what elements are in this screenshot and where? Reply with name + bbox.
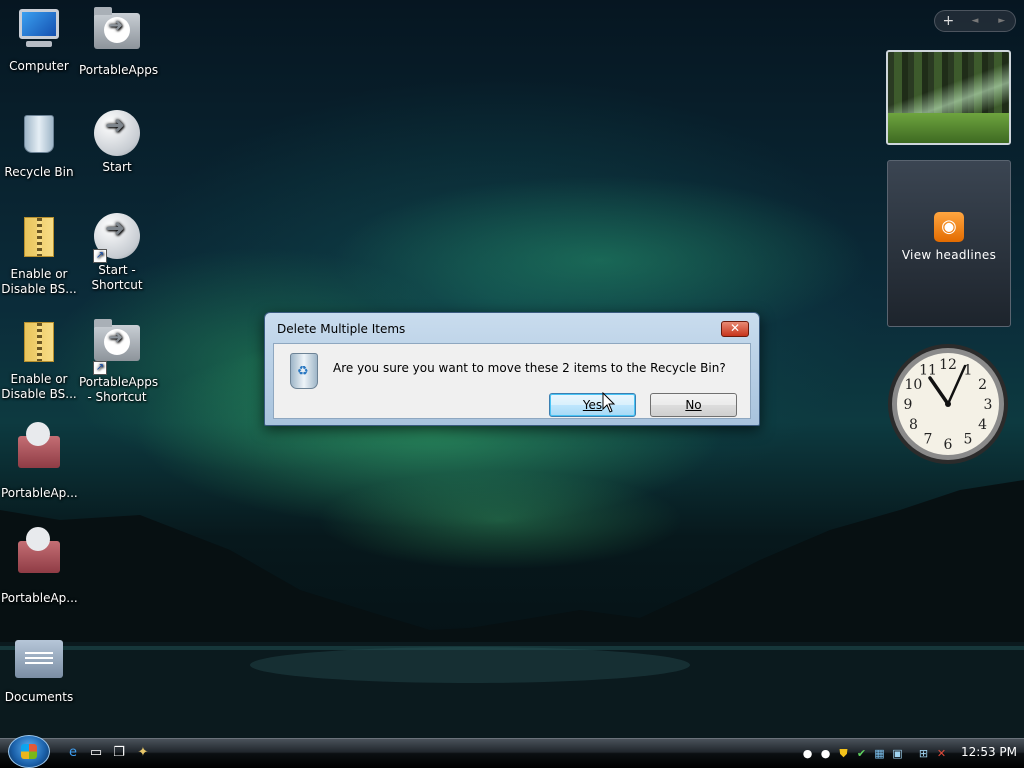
desktop-icon-label: PortableAp... <box>1 486 78 500</box>
sidebar-controls: + ◄ ► <box>934 10 1016 32</box>
volume-muted-icon[interactable]: ✕ <box>934 746 949 761</box>
folder-portableapps-icon <box>93 7 141 61</box>
display-icon[interactable]: ▣ <box>890 746 905 761</box>
recycle-bin-icon <box>15 115 63 163</box>
portableapps-installer-icon <box>15 422 63 484</box>
slideshow-image <box>888 113 1009 143</box>
shortcut-arrow-icon: ↗ <box>93 249 107 263</box>
desktop-icon-start-shortcut[interactable]: ↗ Start - Shortcut <box>79 212 155 293</box>
desktop-icon-label: Start <box>102 160 132 174</box>
network-icon[interactable]: ▦ <box>872 746 887 761</box>
portableapps-tray-icon[interactable]: ● <box>818 746 833 761</box>
shortcut-arrow-icon: ↗ <box>93 361 107 375</box>
desktop-icon-label: PortableAp... <box>1 591 78 605</box>
desktop-icon-label: Start - Shortcut <box>91 263 143 292</box>
desktop-icon-enable-disable-bs-2[interactable]: Enable or Disable BS... <box>1 317 77 402</box>
clock-gadget[interactable]: 12 1 2 3 4 5 6 7 8 9 10 11 <box>886 342 1010 466</box>
documents-folder-icon <box>15 640 63 688</box>
folder-portableapps-shortcut-icon: ↗ <box>93 319 141 375</box>
desktop-icon-label: Enable or Disable BS... <box>1 372 77 401</box>
clock-numeral: 11 <box>919 362 937 378</box>
desktop-icon-label: Recycle Bin <box>4 165 74 179</box>
desktop-icon-documents[interactable]: Documents <box>1 632 77 705</box>
desktop-icon-start[interactable]: Start <box>79 109 155 175</box>
clock-numeral: 4 <box>978 417 987 433</box>
slideshow-gadget[interactable] <box>886 50 1011 145</box>
app-icon[interactable]: ✦ <box>134 744 152 761</box>
yes-button-label: Yes <box>582 398 603 412</box>
portableapps-start-shortcut-icon: ↗ <box>93 213 141 263</box>
clock-numeral: 3 <box>984 397 993 413</box>
desktop-icon-portableapps-shortcut[interactable]: ↗ PortableApps - Shortcut <box>79 317 159 405</box>
desktop-icon-label: Enable or Disable BS... <box>1 267 77 296</box>
delete-confirmation-dialog: Delete Multiple Items ✕ Are you sure you… <box>264 312 760 426</box>
show-desktop-icon[interactable]: ▭ <box>87 744 105 761</box>
clock-numeral: 7 <box>924 432 933 448</box>
clock-numeral: 2 <box>978 377 987 393</box>
desktop-icon-label: Documents <box>4 690 74 704</box>
desktop-icon-label: PortableApps <box>79 63 159 77</box>
zip-folder-icon <box>15 322 63 370</box>
desktop-icon-portableapps[interactable]: PortableApps <box>79 5 159 78</box>
add-gadget-button[interactable]: + <box>935 13 962 29</box>
taskbar-clock[interactable]: 12:53 PM <box>961 745 1017 759</box>
clock-numeral: 6 <box>944 437 953 453</box>
clock-numeral: 12 <box>939 357 957 373</box>
zip-folder-icon <box>15 217 63 265</box>
dialog-body: Are you sure you want to move these 2 it… <box>273 343 751 419</box>
clock-numeral: 8 <box>909 417 918 433</box>
network-activity-icon[interactable]: ⊞ <box>916 746 931 761</box>
wallpaper-landscape <box>0 470 1024 740</box>
clock-numeral: 5 <box>964 432 973 448</box>
mouse-pointer-icon <box>602 392 616 413</box>
switch-windows-icon[interactable]: ❐ <box>110 744 128 761</box>
checkmark-icon[interactable]: ✔ <box>854 746 869 761</box>
next-gadgets-button[interactable]: ► <box>988 16 1015 26</box>
security-alert-icon[interactable]: ⛊ <box>836 746 851 761</box>
desktop-icon-portableapps-installer-2[interactable]: PortableAp... <box>1 527 78 606</box>
no-button[interactable]: No <box>650 393 737 417</box>
desktop-icon-enable-disable-bs-1[interactable]: Enable or Disable BS... <box>1 212 77 297</box>
clock-numeral: 10 <box>904 377 922 393</box>
rss-feed-icon: ◉ <box>934 212 964 242</box>
desktop-icon-computer[interactable]: Computer <box>1 5 77 74</box>
dialog-title: Delete Multiple Items <box>277 322 406 336</box>
yes-button[interactable]: Yes <box>549 393 636 417</box>
portableapps-tray-icon[interactable]: ● <box>800 746 815 761</box>
previous-gadgets-button[interactable]: ◄ <box>962 16 989 26</box>
portableapps-installer-icon <box>15 527 63 589</box>
internet-explorer-icon[interactable]: e <box>64 744 82 761</box>
desktop-icon-recycle-bin[interactable]: Recycle Bin <box>1 109 77 180</box>
dialog-message: Are you sure you want to move these 2 it… <box>333 361 726 375</box>
desktop-icon-label: Computer <box>9 59 69 73</box>
clock-numeral: 9 <box>904 397 913 413</box>
start-button[interactable] <box>8 735 50 768</box>
close-button[interactable]: ✕ <box>721 321 749 337</box>
portableapps-start-icon <box>93 110 141 158</box>
desktop-icon-portableapps-installer-1[interactable]: PortableAp... <box>1 422 78 501</box>
view-headlines-link[interactable]: View headlines <box>888 248 1010 262</box>
no-button-label: No <box>685 398 702 412</box>
feed-headlines-gadget[interactable]: ◉ View headlines <box>887 160 1011 327</box>
computer-icon <box>15 9 63 57</box>
desktop-icon-label: PortableApps - Shortcut <box>79 375 159 404</box>
recycle-bin-icon <box>290 353 318 389</box>
